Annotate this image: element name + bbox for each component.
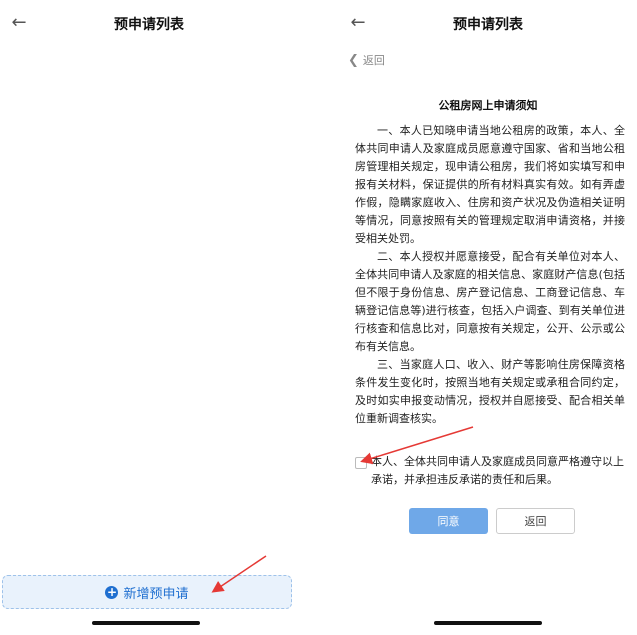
return-link-label: 返回 [362,54,385,67]
notice-paragraph-1: 一、本人已知晓申请当地公租房的政策，本人、全体共同申请人及家庭成员愿意遵守国家、… [355,124,625,245]
plus-circle-icon: + [105,584,119,599]
notice-paragraph-2: 二、本人授权并愿意接受，配合有关单位对本人、全体共同申请人及家庭的相关信息、家庭… [355,250,625,353]
home-indicator [92,621,200,625]
chevron-left-icon: ❮ [348,52,359,68]
add-button-label: 新增预申请 [123,586,189,602]
right-screen: ← 预申请列表 ❮ 返回 公租房网上申请须知 一、本人已知晓申请当地公租房的政策… [339,0,637,635]
notice-body: 一、本人已知晓申请当地公租房的政策，本人、全体共同申请人及家庭成员愿意遵守国家、… [355,122,625,428]
left-screen: ← 预申请列表 + 新增预申请 [0,0,298,635]
agreement-row: 本人、全体共同申请人及家庭成员同意严格遵守以上承诺，并承担违反承诺的责任和后果。 [355,453,625,489]
nav-bar: ← 预申请列表 [339,0,637,46]
screen-divider [298,0,339,635]
agreement-text: 本人、全体共同申请人及家庭成员同意严格遵守以上承诺，并承担违反承诺的责任和后果。 [371,455,624,486]
nav-bar: ← 预申请列表 [0,0,298,46]
page-title: 预申请列表 [114,17,184,33]
page-title: 预申请列表 [453,17,523,33]
notice-paragraph-3: 三、当家庭人口、收入、财产等影响住房保障资格条件发生变化时，按照当地有关规定或承… [355,358,625,425]
agree-button[interactable]: 同意 [409,508,488,534]
agree-checkbox[interactable] [355,457,367,469]
notice-title: 公租房网上申请须知 [438,99,538,112]
return-link[interactable]: ❮ 返回 [348,52,385,68]
home-indicator [434,621,542,625]
return-button[interactable]: 返回 [496,508,575,534]
add-pre-application-button[interactable]: + 新增预申请 [2,575,292,609]
